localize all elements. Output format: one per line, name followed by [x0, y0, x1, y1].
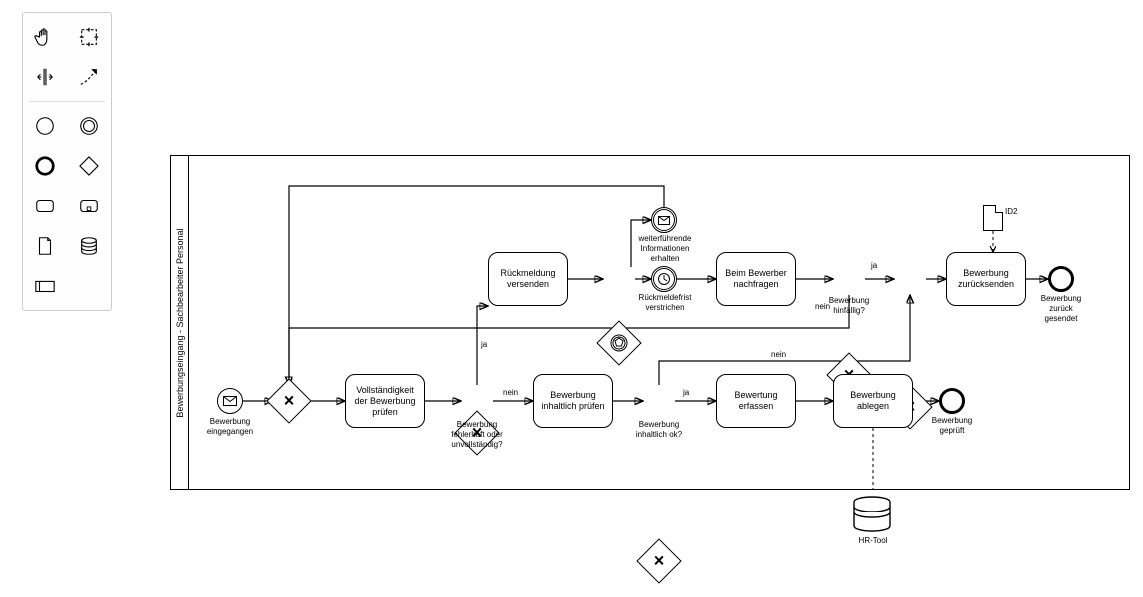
task-tool[interactable]: [27, 190, 63, 222]
data-store-label: HR-Tool: [856, 536, 890, 546]
tool-palette: [22, 12, 112, 311]
space-tool[interactable]: [27, 61, 63, 93]
pool[interactable]: Bewerbungseingang - Sachbearbeiter Perso…: [170, 155, 1130, 490]
start-event[interactable]: [217, 388, 243, 414]
task-label: Bewerbung ablegen: [838, 390, 908, 412]
canvas: Bewerbungseingang - Sachbearbeiter Perso…: [0, 0, 1143, 597]
start-event-tool[interactable]: [27, 110, 63, 142]
edge-g3-ja: ja: [683, 388, 689, 398]
lane-title-bar: Bewerbungseingang - Sachbearbeiter Perso…: [171, 156, 189, 489]
task-label: Rückmeldung versenden: [493, 268, 563, 290]
task-check-completeness[interactable]: Vollständigkeit der Bewerbung prüfen: [345, 374, 425, 428]
edge-g4-ja: ja: [871, 261, 877, 271]
gateway-g3-label: Bewerbung inhaltlich ok?: [631, 420, 687, 440]
gateway-g2-label: Bewerbung fehlerhaft oder unvollständig?: [447, 420, 507, 450]
lasso-tool[interactable]: [71, 21, 107, 53]
intermediate-event-tool[interactable]: [71, 110, 107, 142]
task-label: Bewerbung zurücksenden: [951, 268, 1021, 290]
edge-g4-nein: nein: [815, 302, 830, 312]
task-label: Beim Bewerber nachfragen: [721, 268, 791, 290]
subprocess-tool[interactable]: [71, 190, 107, 222]
gateway-g3[interactable]: ×: [643, 545, 675, 577]
end-event-returned[interactable]: [1048, 266, 1074, 292]
connect-tool[interactable]: [71, 61, 107, 93]
start-event-label: Bewerbung eingegangen: [200, 417, 260, 437]
end-event-tool[interactable]: [27, 150, 63, 182]
gateway-tool[interactable]: [71, 150, 107, 182]
gateway-merge-g1[interactable]: ×: [273, 385, 305, 417]
edge-g2-ja: ja: [481, 340, 487, 350]
data-object-id2-label: ID2: [1005, 207, 1017, 217]
intermediate-event-message[interactable]: [651, 207, 677, 233]
intermediate-event-timer[interactable]: [651, 266, 677, 292]
task-file-application[interactable]: Bewerbung ablegen: [833, 374, 913, 428]
event-timer-label: Rückmeldefrist verstrichen: [633, 293, 697, 313]
lane-title: Bewerbungseingang - Sachbearbeiter Perso…: [175, 228, 185, 417]
data-store-hr-tool[interactable]: [852, 496, 892, 537]
task-send-reply[interactable]: Rückmeldung versenden: [488, 252, 568, 306]
participant-tool[interactable]: [27, 270, 63, 302]
task-label: Vollständigkeit der Bewerbung prüfen: [350, 385, 420, 418]
edge-g2-nein: nein: [503, 388, 518, 398]
end-event-checked[interactable]: [939, 388, 965, 414]
data-object-tool[interactable]: [27, 230, 63, 262]
data-store-tool[interactable]: [71, 230, 107, 262]
gateway-g4-label: Bewerbung hinfällig?: [825, 296, 873, 316]
edge-g3-nein: nein: [771, 350, 786, 360]
task-ask-applicant[interactable]: Beim Bewerber nachfragen: [716, 252, 796, 306]
gateway-event-based[interactable]: [603, 327, 635, 359]
task-label: Bewerbung inhaltlich prüfen: [538, 390, 608, 412]
end-checked-label: Bewerbung geprüft: [927, 416, 977, 436]
task-label: Bewertung erfassen: [721, 390, 791, 412]
task-check-content[interactable]: Bewerbung inhaltlich prüfen: [533, 374, 613, 428]
data-object-id2[interactable]: [983, 205, 1003, 231]
task-record-evaluation[interactable]: Bewertung erfassen: [716, 374, 796, 428]
task-send-back[interactable]: Bewerbung zurücksenden: [946, 252, 1026, 306]
event-info-label: weiterführende Informationen erhalten: [631, 234, 699, 264]
end-returned-label: Bewerbung zurück gesendet: [1035, 294, 1087, 324]
hand-tool[interactable]: [27, 21, 63, 53]
